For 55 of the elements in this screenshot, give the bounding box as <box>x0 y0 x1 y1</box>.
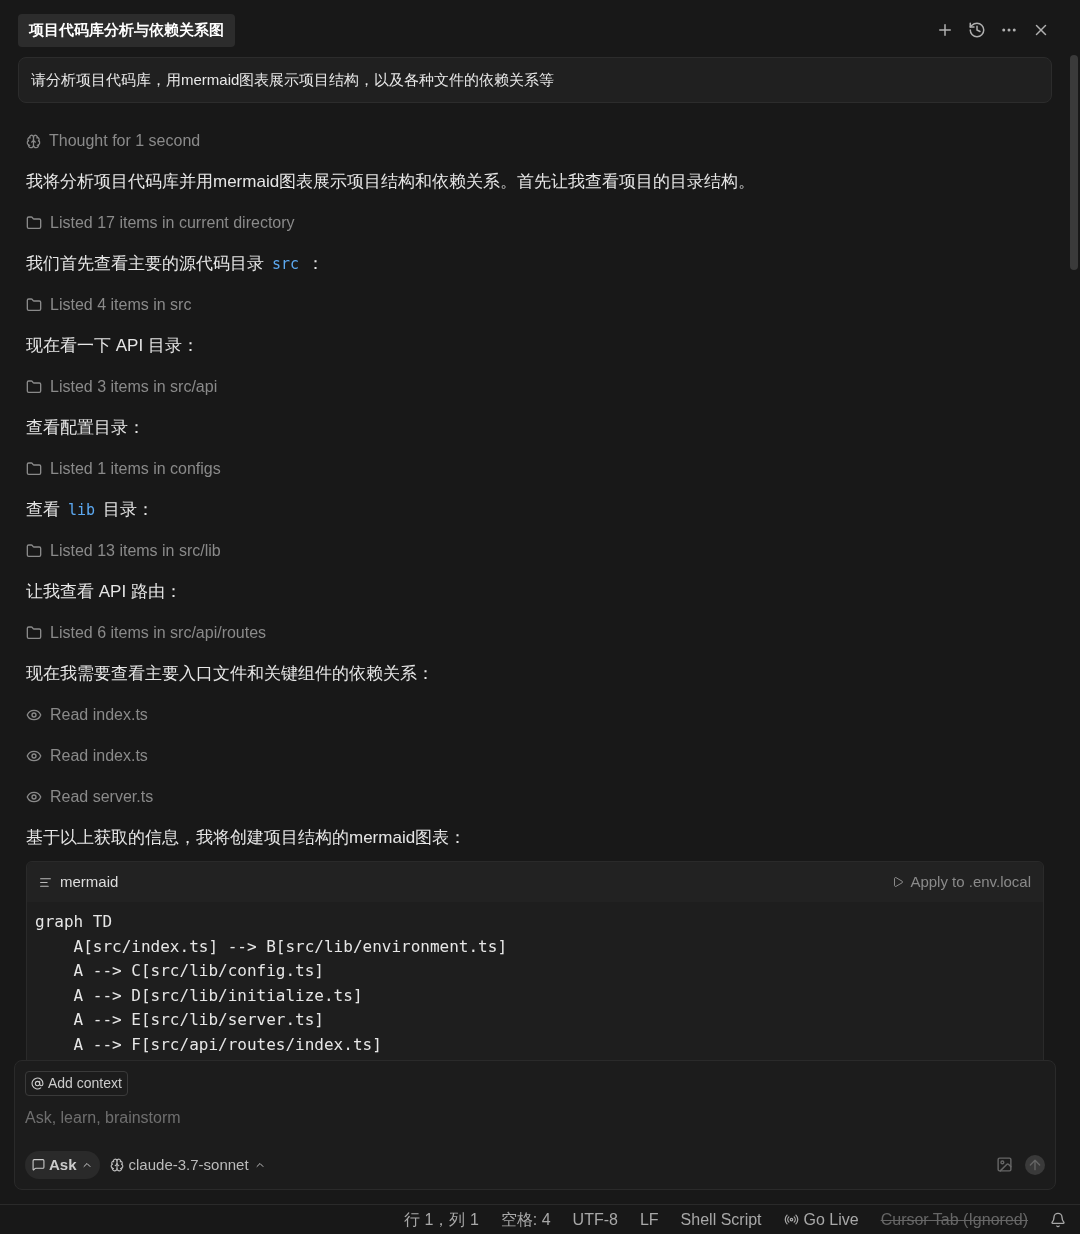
apply-button[interactable]: Apply to .env.local <box>892 870 1031 894</box>
brain-icon <box>109 1157 124 1172</box>
assistant-message: 查看配置目录： <box>26 417 146 439</box>
tool-call-label[interactable]: Listed 6 items in src/api/routes <box>50 621 267 645</box>
status-item[interactable]: UTF-8 <box>572 1207 618 1232</box>
tool-call-label[interactable]: Read index.ts <box>50 703 148 727</box>
assistant-message: 基于以上获取的信息，我将创建项目结构的mermaid图表： <box>26 827 468 849</box>
assistant-message: 让我查看 API 路由： <box>26 581 183 603</box>
code-language: mermaid <box>60 872 119 892</box>
tool-call-label[interactable]: Listed 17 items in current directory <box>50 211 295 235</box>
tool-call-label[interactable]: Listed 1 items in configs <box>50 457 221 481</box>
code-language-icon <box>39 875 52 889</box>
brain-icon <box>26 133 41 149</box>
assistant-message: 查看 lib 目录： <box>26 499 156 521</box>
broadcast-icon <box>783 1212 799 1227</box>
assistant-message: 我们首先查看主要的源代码目录 src ： <box>26 253 326 275</box>
folder-icon <box>26 625 42 641</box>
send-icon[interactable] <box>1025 1154 1045 1175</box>
tool-call-label[interactable]: Read index.ts <box>50 744 148 768</box>
scrollbar[interactable] <box>1070 55 1078 270</box>
mode-dropdown[interactable]: Ask <box>25 1150 100 1179</box>
status-item[interactable]: Cursor Tab (Ignored) <box>880 1207 1028 1232</box>
status-item[interactable]: 空格: 4 <box>500 1207 551 1232</box>
assistant-message: 现在看一下 API 目录： <box>26 335 200 357</box>
status-item[interactable]: Go Live <box>783 1207 859 1232</box>
model-dropdown[interactable]: claude-3.7-sonnet <box>109 1153 266 1176</box>
assistant-message: 我将分析项目代码库并用mermaid图表展示项目结构和依赖关系。首先让我查看项目的目录结构。 <box>26 171 757 193</box>
folder-icon <box>26 215 42 231</box>
add-context-button[interactable]: Add context <box>25 1071 128 1096</box>
image-icon[interactable] <box>996 1156 1013 1174</box>
tool-call-label[interactable]: Listed 4 items in src <box>50 293 192 317</box>
folder-icon <box>26 461 42 477</box>
status-item[interactable]: Shell Script <box>680 1207 762 1232</box>
chat-input[interactable]: Ask, learn, brainstorm <box>25 1106 1045 1130</box>
eye-icon <box>26 789 42 805</box>
folder-icon <box>26 297 42 313</box>
chat-tab[interactable]: 项目代码库分析与依赖关系图 <box>18 14 235 47</box>
eye-icon <box>26 748 42 764</box>
status-item[interactable]: 行 1，列 1 <box>404 1207 479 1232</box>
at-sign-icon <box>31 1077 44 1090</box>
folder-icon <box>26 379 42 395</box>
play-icon <box>892 876 905 888</box>
status-item[interactable]: LF <box>639 1207 659 1232</box>
tool-call-label[interactable]: Read server.ts <box>50 785 154 809</box>
history-icon[interactable] <box>968 21 986 40</box>
chat-bubble-icon <box>32 1158 45 1172</box>
notification-icon[interactable] <box>1050 1211 1066 1228</box>
tool-call-label[interactable]: Listed 13 items in src/lib <box>50 539 221 563</box>
tool-call-label[interactable]: Listed 3 items in src/api <box>50 375 218 399</box>
user-prompt: 请分析项目代码库，用mermaid图表展示项目结构，以及各种文件的依赖关系等 <box>18 56 1052 103</box>
eye-icon <box>26 707 42 723</box>
folder-icon <box>26 543 42 559</box>
thought-status[interactable]: Thought for 1 second <box>49 129 201 153</box>
assistant-message: 现在我需要查看主要入口文件和关键组件的依赖关系： <box>26 663 435 685</box>
code-text: graph TD A[src/index.ts] --> B[src/lib/environment.ts] A --> C[src/lib/config.ts] A --> D[src/lib/initialize.ts] A --> E[src/lib/server.ts] A --> F[src/api/routes/index.ts] <box>34 911 508 1056</box>
